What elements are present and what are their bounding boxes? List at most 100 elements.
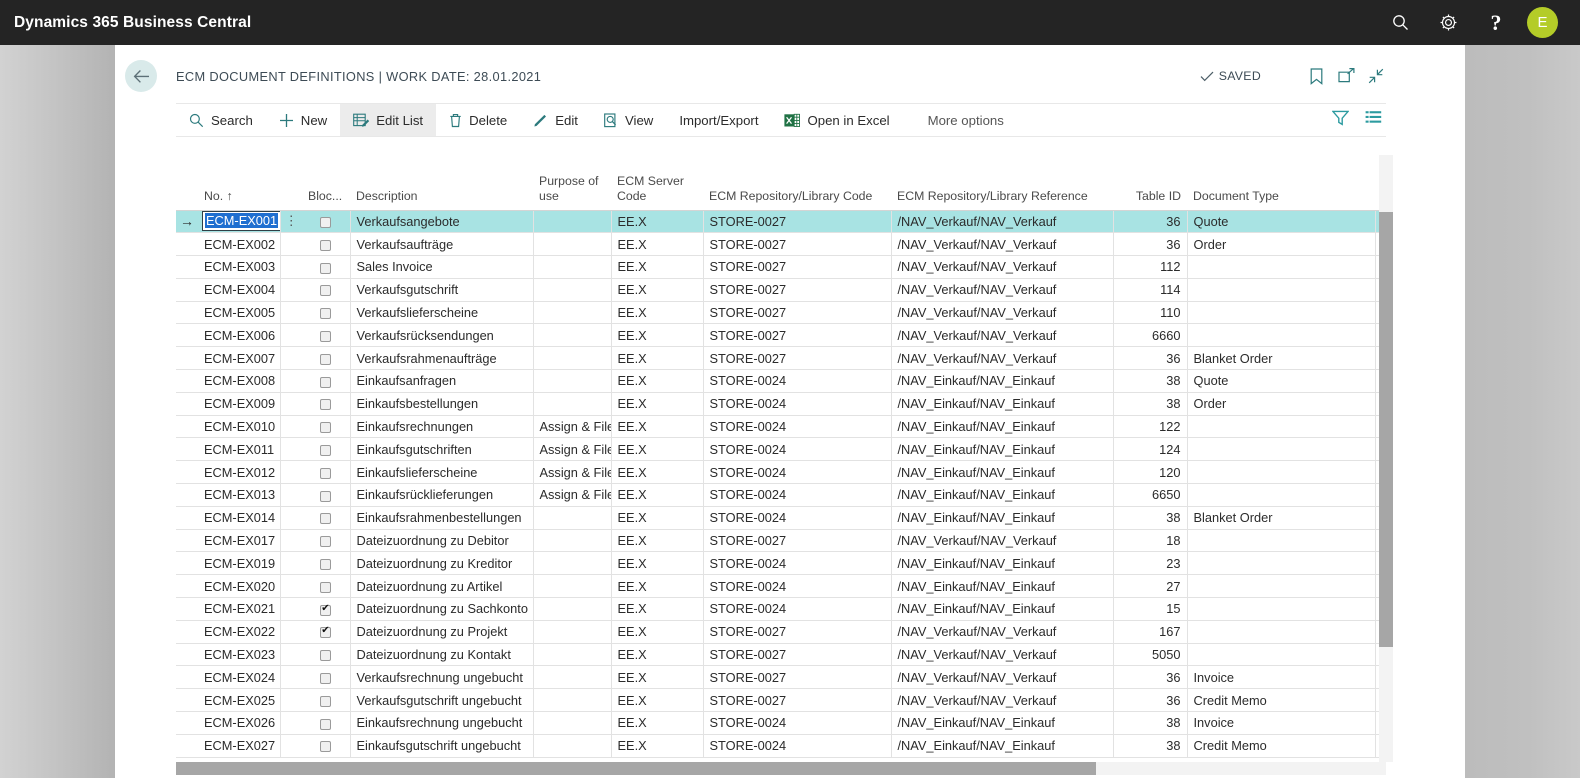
cell-purpose-of-use[interactable]	[533, 233, 611, 256]
cell-purpose-of-use[interactable]	[533, 529, 611, 552]
blocked-checkbox[interactable]	[320, 445, 331, 456]
blocked-checkbox[interactable]	[320, 399, 331, 410]
command-new[interactable]: New	[266, 104, 340, 136]
table-row[interactable]: ECM-EX020Dateizuordnung zu ArtikelEE.XST…	[176, 575, 1386, 598]
cell-no[interactable]: ECM-EX003	[198, 256, 280, 279]
filter-icon[interactable]	[1332, 110, 1349, 131]
cell-description[interactable]: Verkaufsgutschrift	[350, 278, 533, 301]
cell-blocked[interactable]	[302, 415, 350, 438]
blocked-checkbox[interactable]	[320, 605, 331, 616]
col-no[interactable]: No. ↑	[198, 155, 280, 210]
table-row[interactable]: ECM-EX013 EinkaufsrücklieferungenAssign &…	[176, 484, 1386, 507]
cell-table-id[interactable]: 36	[1113, 666, 1187, 689]
cell-ecm-server-code[interactable]: EE.X	[611, 712, 703, 735]
cell-purpose-of-use[interactable]	[533, 370, 611, 393]
cell-document-type[interactable]	[1187, 461, 1375, 484]
cell-table-id[interactable]: 18	[1113, 529, 1187, 552]
cell-document-type[interactable]	[1187, 301, 1375, 324]
cell-ecm-repository-library-code[interactable]: STORE-0027	[703, 347, 891, 370]
blocked-checkbox[interactable]	[320, 377, 331, 388]
cell-ecm-repository-library-code[interactable]: STORE-0027	[703, 301, 891, 324]
cell-document-type[interactable]	[1187, 529, 1375, 552]
cell-document-type[interactable]: Quote	[1187, 210, 1375, 233]
table-row[interactable]: ECM-EX007VerkaufsrahmenaufträgeEE.XSTORE…	[176, 347, 1386, 370]
cell-ecm-repository-library-reference[interactable]: /NAV_Einkauf/NAV_Einkauf	[891, 438, 1113, 461]
cell-ecm-repository-library-reference[interactable]: /NAV_Verkauf/NAV_Verkauf	[891, 666, 1113, 689]
cell-document-type[interactable]	[1187, 643, 1375, 666]
gear-icon[interactable]	[1435, 10, 1461, 36]
cell-ecm-repository-library-reference[interactable]: /NAV_Verkauf/NAV_Verkauf	[891, 620, 1113, 643]
cell-purpose-of-use[interactable]: Assign & File	[533, 484, 611, 507]
row-menu-button[interactable]	[280, 347, 302, 370]
row-menu-button[interactable]	[280, 666, 302, 689]
command-edit-list[interactable]: Edit List	[340, 104, 436, 136]
cell-ecm-server-code[interactable]: EE.X	[611, 484, 703, 507]
cell-blocked[interactable]	[302, 598, 350, 621]
cell-ecm-repository-library-code[interactable]: STORE-0027	[703, 689, 891, 712]
back-button[interactable]	[125, 60, 157, 92]
row-menu-button[interactable]: ⋮	[280, 210, 302, 233]
row-menu-button[interactable]	[280, 598, 302, 621]
cell-ecm-repository-library-reference[interactable]: /NAV_Einkauf/NAV_Einkauf	[891, 392, 1113, 415]
cell-ecm-repository-library-reference[interactable]: /NAV_Einkauf/NAV_Einkauf	[891, 506, 1113, 529]
cell-no[interactable]: ECM-EX019	[198, 552, 280, 575]
cell-purpose-of-use[interactable]	[533, 210, 611, 233]
cell-no[interactable]: ECM-EX004	[198, 278, 280, 301]
cell-table-id[interactable]: 36	[1113, 689, 1187, 712]
cell-table-id[interactable]: 36	[1113, 347, 1187, 370]
cell-ecm-server-code[interactable]: EE.X	[611, 643, 703, 666]
data-grid[interactable]: No. ↑ Bloc... Description Purpose of use…	[176, 155, 1386, 762]
cell-blocked[interactable]	[302, 347, 350, 370]
cell-purpose-of-use[interactable]	[533, 301, 611, 324]
row-menu-button[interactable]	[280, 392, 302, 415]
cell-ecm-server-code[interactable]: EE.X	[611, 529, 703, 552]
cell-ecm-repository-library-reference[interactable]: /NAV_Einkauf/NAV_Einkauf	[891, 552, 1113, 575]
cell-ecm-repository-library-reference[interactable]: /NAV_Einkauf/NAV_Einkauf	[891, 575, 1113, 598]
cell-no[interactable]: ECM-EX020	[198, 575, 280, 598]
cell-blocked[interactable]	[302, 506, 350, 529]
cell-table-id[interactable]: 23	[1113, 552, 1187, 575]
cell-description[interactable]: Einkaufsrahmenbestellungen	[350, 506, 533, 529]
cell-blocked[interactable]	[302, 643, 350, 666]
command-edit[interactable]: Edit	[520, 104, 591, 136]
avatar[interactable]: E	[1527, 7, 1558, 38]
cell-description[interactable]: Dateizuordnung zu Kreditor	[350, 552, 533, 575]
cell-description[interactable]: Einkaufsrechnungen	[350, 415, 533, 438]
table-row[interactable]: ECM-EX019Dateizuordnung zu KreditorEE.XS…	[176, 552, 1386, 575]
cell-no[interactable]: ECM-EX022	[198, 620, 280, 643]
cell-no[interactable]: ECM-EX009	[198, 392, 280, 415]
cell-ecm-repository-library-reference[interactable]: /NAV_Verkauf/NAV_Verkauf	[891, 324, 1113, 347]
cell-purpose-of-use[interactable]	[533, 643, 611, 666]
cell-ecm-server-code[interactable]: EE.X	[611, 689, 703, 712]
blocked-checkbox[interactable]	[320, 513, 331, 524]
command-open-in-excel[interactable]: Open in Excel	[771, 104, 902, 136]
table-row[interactable]: ECM-EX026Einkaufsrechnung ungebuchtEE.XS…	[176, 712, 1386, 735]
cell-ecm-repository-library-reference[interactable]: /NAV_Verkauf/NAV_Verkauf	[891, 643, 1113, 666]
cell-no[interactable]: ECM-EX013	[198, 484, 280, 507]
cell-ecm-repository-library-code[interactable]: STORE-0024	[703, 598, 891, 621]
cell-table-id[interactable]: 38	[1113, 712, 1187, 735]
cell-ecm-repository-library-code[interactable]: STORE-0027	[703, 210, 891, 233]
cell-description[interactable]: Einkaufsgutschrift ungebucht	[350, 734, 533, 757]
cell-blocked[interactable]	[302, 324, 350, 347]
cell-blocked[interactable]	[302, 666, 350, 689]
open-in-new-window-icon[interactable]	[1331, 63, 1361, 89]
cell-ecm-repository-library-code[interactable]: STORE-0024	[703, 734, 891, 757]
cell-purpose-of-use[interactable]	[533, 712, 611, 735]
cell-document-type[interactable]: Blanket Order	[1187, 506, 1375, 529]
cell-description[interactable]: Verkaufsrahmenaufträge	[350, 347, 533, 370]
cell-ecm-repository-library-code[interactable]: STORE-0027	[703, 620, 891, 643]
table-row[interactable]: ECM-EX017Dateizuordnung zu DebitorEE.XST…	[176, 529, 1386, 552]
blocked-checkbox[interactable]	[320, 696, 331, 707]
cell-description[interactable]: Verkaufsangebote	[350, 210, 533, 233]
blocked-checkbox[interactable]	[320, 673, 331, 684]
table-row[interactable]: ECM-EX005VerkaufslieferscheineEE.XSTORE-…	[176, 301, 1386, 324]
vertical-scrollbar-thumb[interactable]	[1379, 212, 1393, 647]
cell-description[interactable]: Einkaufsrücklieferungen	[350, 484, 533, 507]
blocked-checkbox[interactable]	[320, 285, 331, 296]
cell-table-id[interactable]: 124	[1113, 438, 1187, 461]
blocked-checkbox[interactable]	[320, 240, 331, 251]
table-row[interactable]: →ECM-EX001⋮VerkaufsangeboteEE.XSTORE-002…	[176, 210, 1386, 233]
help-icon[interactable]: ?	[1483, 10, 1509, 36]
col-ecm-repository-library-reference[interactable]: ECM Repository/Library Reference	[891, 155, 1113, 210]
